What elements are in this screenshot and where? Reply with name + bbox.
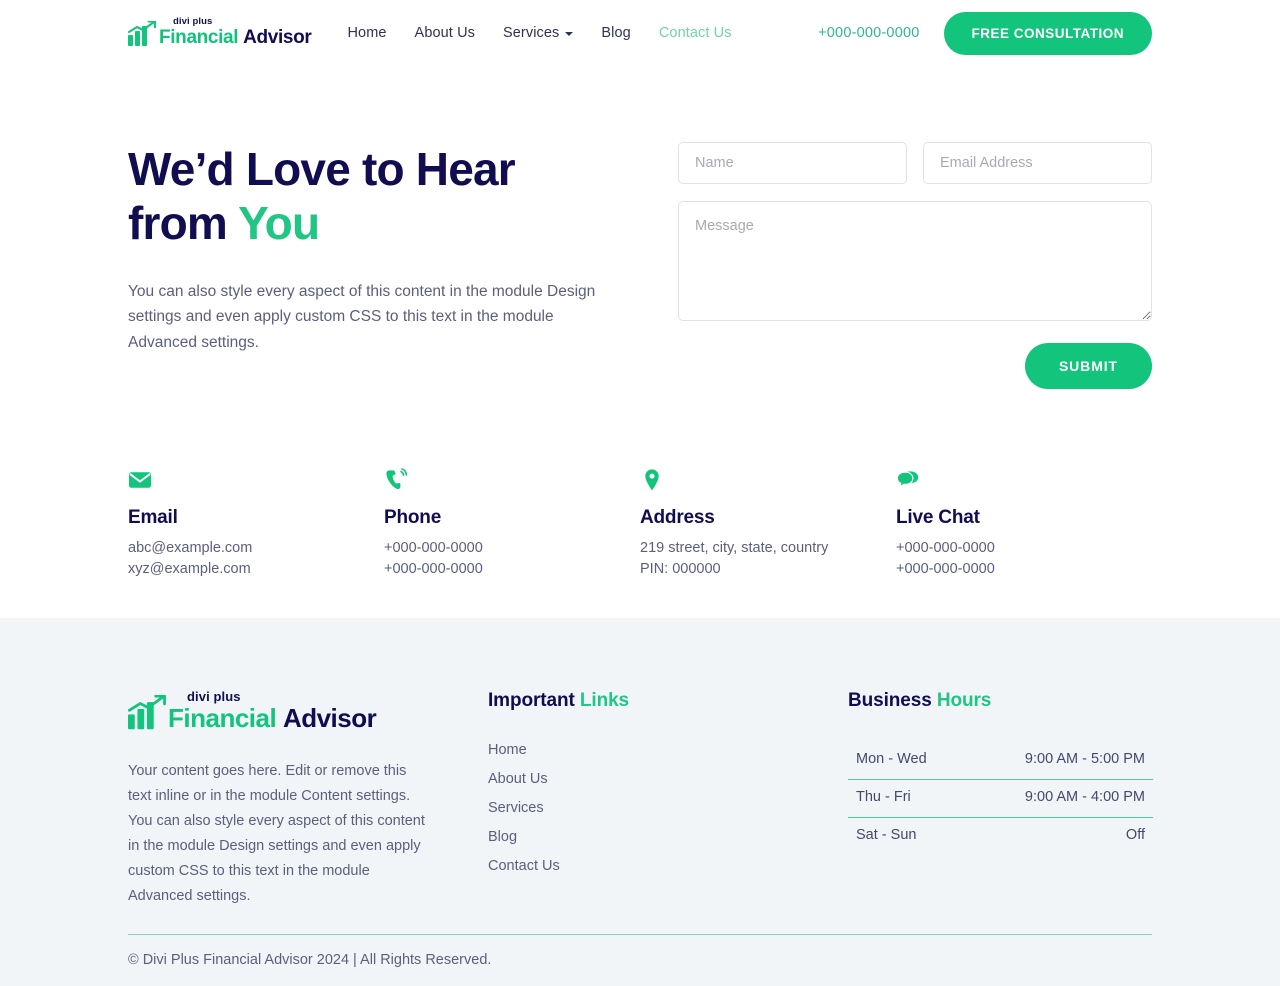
logo-eyebrow: divi plus	[173, 16, 213, 28]
business-hours-row: Mon - Wed 9:00 AM - 5:00 PM	[848, 742, 1153, 780]
envelope-icon	[129, 472, 151, 488]
name-input[interactable]	[678, 142, 907, 184]
contact-card-line1: +000-000-0000	[384, 540, 483, 556]
contact-intro: We’d Love to Hear from You You can also …	[128, 142, 598, 389]
chevron-down-icon	[565, 32, 574, 36]
hours-time: Off	[1125, 827, 1145, 843]
message-textarea[interactable]	[678, 201, 1152, 321]
footer-links-heading-accent: Links	[579, 690, 630, 711]
nav-item-blog[interactable]: Blog	[587, 25, 644, 41]
contact-card-phone: Phone +000-000-0000 +000-000-0000	[384, 467, 640, 579]
nav-item-contact-us[interactable]: Contact Us	[645, 25, 746, 41]
contact-card-line1: abc@example.com	[128, 540, 253, 556]
contact-card-title: Email	[128, 507, 178, 528]
hours-time: 9:00 AM - 5:00 PM	[1024, 751, 1145, 767]
form-actions: SUBMIT	[678, 343, 1152, 389]
logo-word-financial: Financial	[159, 26, 239, 48]
page-root: divi plus Financial Advisor Home About U…	[0, 0, 1280, 986]
contact-card-title: Address	[640, 507, 715, 528]
nav-label: Blog	[601, 25, 631, 41]
free-consultation-button[interactable]: FREE CONSULTATION	[943, 11, 1152, 55]
footer-columns: divi plus Financial Advisor Your content…	[128, 618, 1153, 909]
hero-title-line2: from	[128, 197, 239, 250]
business-hours-row: Thu - Fri 9:00 AM - 4:00 PM	[848, 780, 1153, 818]
footer-about-column: divi plus Financial Advisor Your content…	[128, 690, 488, 909]
footer-divider	[128, 934, 1152, 935]
footer-logo-word-financial: Financial	[168, 703, 277, 733]
footer-link-about-us[interactable]: About Us	[488, 771, 848, 787]
footer-link-services[interactable]: Services	[488, 800, 848, 816]
footer-link-contact-us[interactable]: Contact Us	[488, 858, 848, 874]
main-nav: Home About Us Services Blog Contact Us	[333, 25, 745, 41]
footer-hours-column: Business Hours Mon - Wed 9:00 AM - 5:00 …	[848, 690, 1153, 909]
header-phone-link[interactable]: +000-000-0000	[818, 25, 919, 41]
contact-card-line1: 219 street, city, state, country	[640, 540, 829, 556]
contact-card-live-chat: Live Chat +000-000-0000 +000-000-0000	[896, 467, 1152, 579]
chat-bubbles-icon	[896, 471, 919, 488]
contact-card-title: Live Chat	[896, 507, 980, 528]
header-actions: +000-000-0000 FREE CONSULTATION	[818, 11, 1152, 55]
map-pin-icon	[645, 469, 659, 491]
hours-days: Sat - Sun	[856, 827, 917, 843]
hero-title-line1: We’d Love to Hear	[128, 143, 516, 195]
contact-card-email: Email abc@example.com xyz@example.com	[128, 467, 384, 579]
phone-ringing-icon	[386, 468, 408, 490]
nav-item-home[interactable]: Home	[333, 25, 400, 41]
nav-label: Services	[503, 25, 560, 41]
contact-card-line2: PIN: 000000	[640, 560, 721, 577]
form-row-top	[678, 142, 1152, 184]
footer-link-blog[interactable]: Blog	[488, 829, 848, 845]
site-footer: divi plus Financial Advisor Your content…	[0, 618, 1280, 986]
nav-label: About Us	[414, 25, 475, 41]
hours-days: Thu - Fri	[856, 789, 911, 805]
contact-info-strip: Email abc@example.com xyz@example.com Ph…	[0, 467, 1280, 579]
footer-links-heading-plain: Important	[488, 690, 580, 711]
contact-card-line2: +000-000-0000	[896, 560, 995, 577]
contact-section: We’d Love to Hear from You You can also …	[0, 66, 1280, 389]
page-title: We’d Love to Hear from You	[128, 142, 598, 251]
bar-chart-growth-icon	[128, 20, 157, 46]
contact-card-line1: +000-000-0000	[896, 540, 995, 556]
footer-links-heading: Important Links	[488, 690, 848, 712]
logo-word-advisor: Advisor	[243, 26, 312, 48]
header-logo[interactable]: divi plus Financial Advisor	[128, 16, 312, 48]
footer-about-text: Your content goes here. Edit or remove t…	[128, 763, 425, 905]
footer-logo[interactable]: divi plus Financial Advisor	[128, 690, 488, 731]
contact-card-address: Address 219 street, city, state, country…	[640, 467, 896, 579]
footer-hours-heading: Business Hours	[848, 690, 1153, 712]
footer-logo-eyebrow: divi plus	[187, 689, 241, 704]
business-hours-row: Sat - Sun Off	[848, 818, 1153, 855]
contact-card-title: Phone	[384, 507, 442, 528]
hero-paragraph: You can also style every aspect of this …	[128, 282, 596, 351]
nav-label: Contact Us	[658, 25, 732, 41]
submit-button[interactable]: SUBMIT	[1024, 343, 1152, 389]
email-input[interactable]	[923, 142, 1152, 184]
nav-item-about-us[interactable]: About Us	[401, 25, 489, 41]
nav-label: Home	[347, 25, 387, 41]
hours-time: 9:00 AM - 4:00 PM	[1024, 789, 1145, 805]
site-header: divi plus Financial Advisor Home About U…	[0, 0, 1280, 66]
business-hours-table: Mon - Wed 9:00 AM - 5:00 PM Thu - Fri 9:…	[848, 742, 1153, 855]
contact-card-line2: +000-000-0000	[384, 560, 483, 577]
footer-link-home[interactable]: Home	[488, 742, 848, 758]
contact-card-line2: xyz@example.com	[128, 560, 251, 577]
footer-hours-heading-accent: Hours	[936, 690, 992, 711]
copyright-text: © Divi Plus Financial Advisor 2024 | All…	[128, 952, 492, 968]
footer-logo-word-advisor: Advisor	[282, 703, 377, 733]
hero-title-accent: You	[238, 197, 320, 250]
footer-links-column: Important Links Home About Us Services B…	[488, 690, 848, 909]
nav-item-services[interactable]: Services	[489, 25, 587, 41]
hours-days: Mon - Wed	[856, 751, 927, 767]
contact-form: SUBMIT	[678, 142, 1152, 389]
footer-hours-heading-plain: Business	[848, 690, 937, 711]
